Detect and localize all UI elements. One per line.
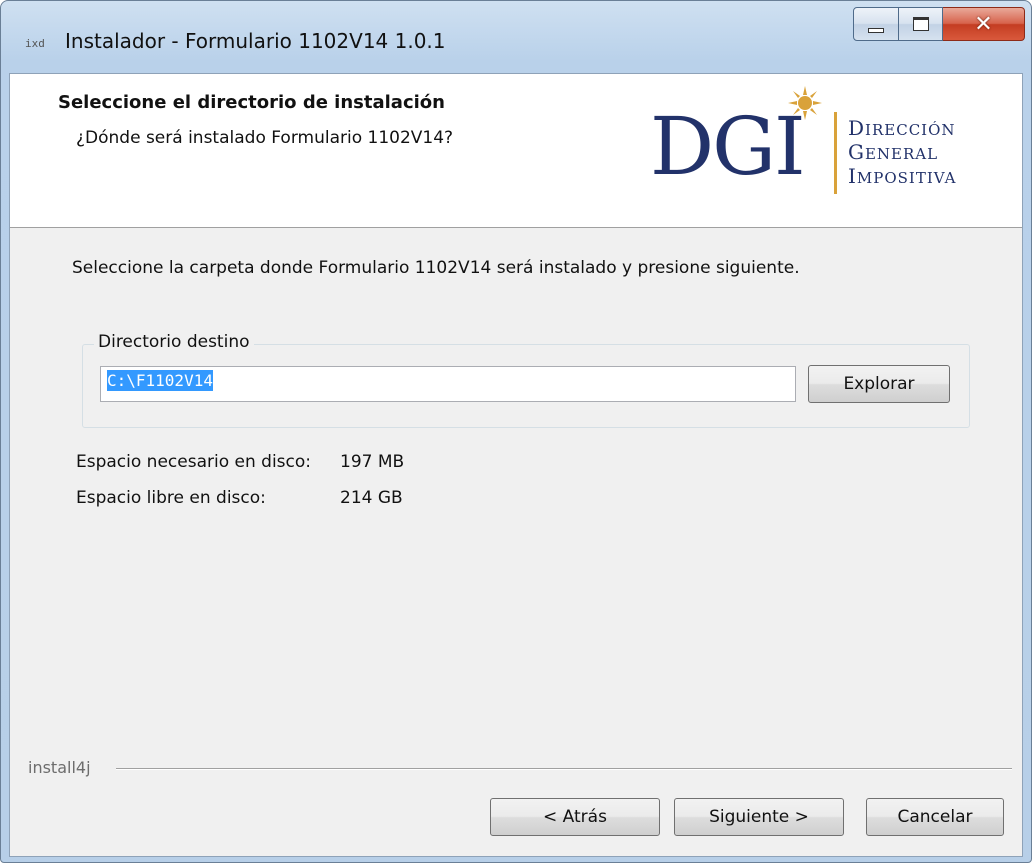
space-required-label: Espacio necesario en disco: bbox=[76, 452, 311, 472]
minimize-button[interactable] bbox=[853, 7, 899, 41]
installer-window: ixd Instalador - Formulario 1102V14 1.0.… bbox=[0, 0, 1032, 863]
maximize-button[interactable] bbox=[899, 7, 943, 41]
destination-group-label: Directorio destino bbox=[94, 332, 254, 352]
close-icon: ✕ bbox=[974, 11, 993, 37]
install4j-brand: install4j bbox=[28, 758, 91, 777]
space-required-value: 197 MB bbox=[340, 452, 405, 472]
close-button[interactable]: ✕ bbox=[943, 7, 1025, 41]
window-controls: ✕ bbox=[853, 7, 1025, 41]
minimize-icon bbox=[868, 27, 884, 33]
step-subtitle: ¿Dónde será instalado Formulario 1102V14… bbox=[76, 128, 454, 148]
window-title: Instalador - Formulario 1102V14 1.0.1 bbox=[65, 29, 446, 53]
directory-input[interactable]: C:\F1102V14 bbox=[100, 366, 796, 402]
footer-separator bbox=[116, 768, 1012, 770]
logo-line-direccion: DIRECCIÓN bbox=[848, 116, 956, 140]
space-free-value: 214 GB bbox=[340, 488, 403, 508]
logo-line-impositiva: IMPOSITIVA bbox=[848, 164, 957, 188]
logo-line-general: GENERAL bbox=[848, 140, 939, 164]
dgi-logo: DGI DIRECCIÓN GENERAL IMPOSITIVA bbox=[650, 86, 1000, 206]
directory-input-value: C:\F1102V14 bbox=[107, 370, 213, 391]
logo-divider bbox=[834, 112, 837, 194]
space-free-label: Espacio libre en disco: bbox=[76, 488, 266, 508]
title-bar[interactable]: ixd Instalador - Formulario 1102V14 1.0.… bbox=[1, 1, 1031, 73]
instruction-text: Seleccione la carpeta donde Formulario 1… bbox=[72, 258, 800, 278]
wizard-client-area: Seleccione el directorio de instalación … bbox=[9, 73, 1023, 857]
maximize-icon bbox=[912, 17, 929, 31]
step-title: Seleccione el directorio de instalación bbox=[58, 92, 445, 113]
next-button[interactable]: Siguiente > bbox=[674, 798, 844, 836]
cancel-button[interactable]: Cancelar bbox=[866, 798, 1004, 836]
back-button[interactable]: < Atrás bbox=[490, 798, 660, 836]
browse-button[interactable]: Explorar bbox=[808, 365, 950, 403]
wizard-header: Seleccione el directorio de instalación … bbox=[10, 74, 1022, 228]
app-icon: ixd bbox=[25, 37, 45, 50]
logo-wordmark: DGI bbox=[650, 100, 806, 193]
